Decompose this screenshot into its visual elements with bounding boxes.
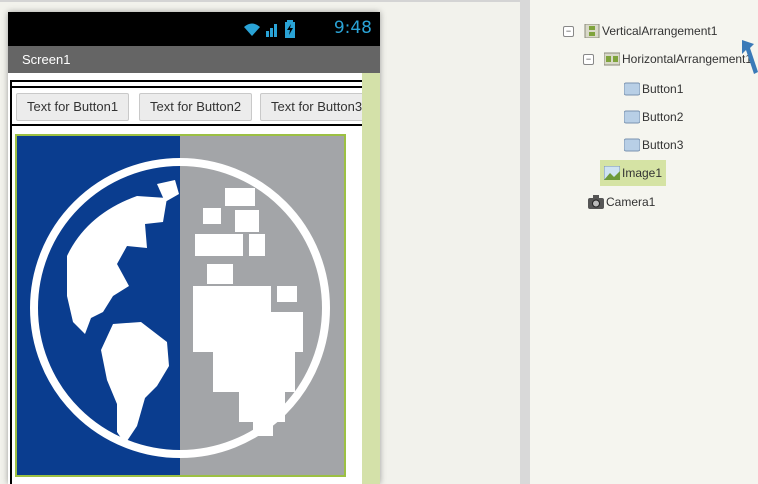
vertical-arrangement-icon [584,24,600,38]
status-icons [242,19,296,39]
collapse-toggle-vertical[interactable]: − [563,25,574,37]
screen-title: Screen1 [8,46,380,73]
tree-label-camera1: Camera1 [606,195,656,209]
status-time: 9:48 [333,18,372,38]
button-icon [624,110,640,124]
horizontal-arrangement[interactable]: Text for Button1 Text for Button2 Text f… [12,86,362,126]
horizontal-arrangement-icon [604,52,620,66]
tree-item-camera1[interactable]: Camera1 [588,193,655,211]
drag-arrow-icon [742,40,758,74]
tree-label-image1: Image1 [622,166,663,180]
phone-preview: 9:48 Screen1 Text for Button1 Text for B… [8,12,380,484]
tree-label-button3: Button3 [642,138,684,152]
tree-label-vertical-arrangement: VerticalArrangement1 [602,24,718,38]
components-tree [530,0,758,484]
signal-icon [266,24,277,37]
button-2[interactable]: Text for Button2 [139,93,253,121]
tree-item-button3[interactable]: Button3 [624,136,683,154]
tree-label-horizontal-arrangement: HorizontalArrangement1 [622,52,753,66]
tree-item-button2[interactable]: Button2 [624,108,683,126]
button-3[interactable]: Text for Button3 [260,93,362,121]
tree-label-button2: Button2 [642,110,684,124]
image-icon [604,166,620,180]
collapse-toggle-horizontal[interactable]: − [583,53,594,65]
tree-label-button1: Button1 [642,82,684,96]
battery-icon [285,20,295,38]
panel-divider[interactable] [520,0,530,484]
camera-icon [588,195,604,209]
button-icon [624,138,640,152]
button-1[interactable]: Text for Button1 [16,93,130,121]
button-icon [624,82,640,96]
tree-item-horizontal-arrangement[interactable]: − HorizontalArrangement1 [583,50,752,68]
tree-item-vertical-arrangement[interactable]: − VerticalArrangement1 [563,22,717,40]
phone-scrollbar[interactable] [362,73,380,484]
image1-preview[interactable] [15,134,346,477]
wifi-icon [244,23,260,36]
tree-item-button1[interactable]: Button1 [624,80,683,98]
vertical-arrangement[interactable]: Text for Button1 Text for Button2 Text f… [10,80,362,484]
status-bar: 9:48 [8,12,380,46]
tree-item-image1[interactable]: Image1 [600,160,667,186]
globe-image [17,136,344,475]
